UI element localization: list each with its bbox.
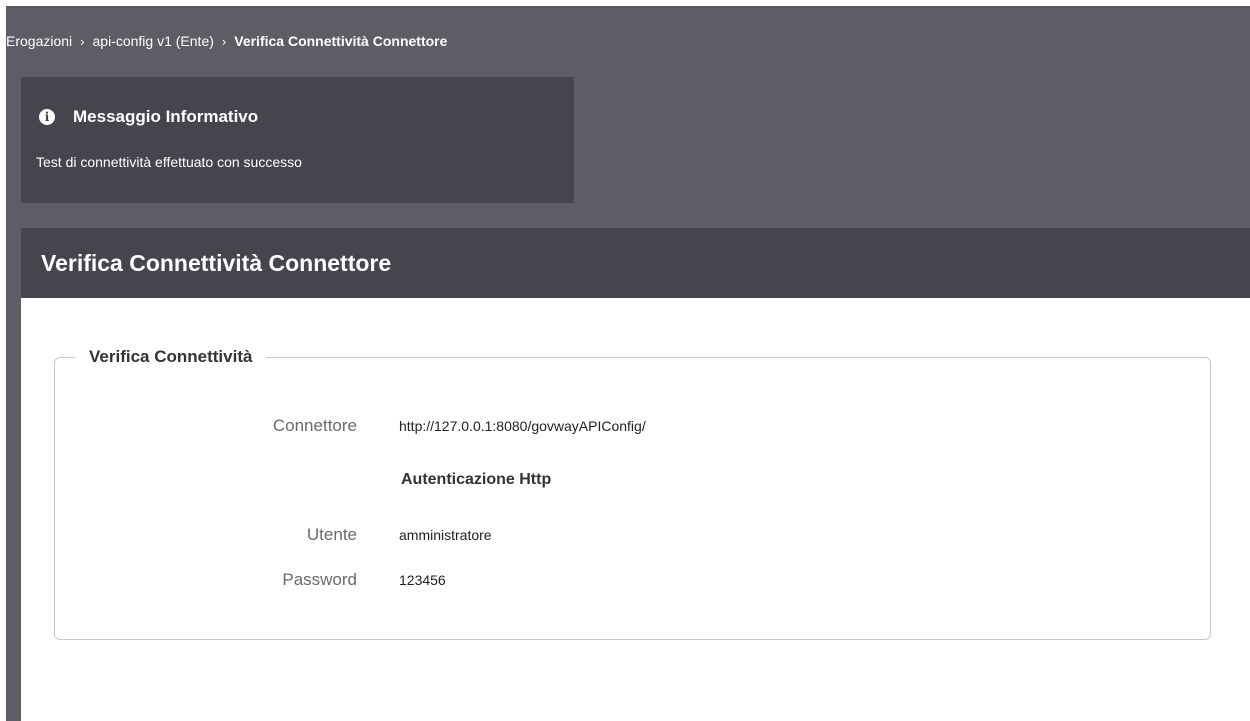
info-message-text: Test di connettività effettuato con succ… <box>36 154 302 170</box>
info-circle-icon: i <box>39 109 55 125</box>
row-connettore: Connettore http://127.0.0.1:8080/govwayA… <box>55 414 1210 438</box>
chevron-right-icon: › <box>80 33 85 49</box>
row-autenticazione-http: Autenticazione Http <box>55 468 1210 492</box>
utente-label: Utente <box>306 525 357 544</box>
chevron-right-icon: › <box>221 33 227 49</box>
app-frame: Erogazioni › api-config v1 (Ente) › Veri… <box>6 6 1250 721</box>
breadcrumb: Erogazioni › api-config v1 (Ente) › Veri… <box>6 6 447 76</box>
connettore-value: http://127.0.0.1:8080/govwayAPIConfig/ <box>399 418 646 434</box>
password-label: Password <box>282 570 357 589</box>
panel-body: Verifica Connettività Connettore http://… <box>21 298 1250 721</box>
fieldset-legend: Verifica Connettività <box>75 347 267 367</box>
autenticazione-http-heading: Autenticazione Http <box>401 471 552 488</box>
panel-title: Verifica Connettività Connettore <box>21 228 1250 298</box>
row-password: Password 123456 <box>55 568 1210 592</box>
fieldset-verifica-connettivita: Verifica Connettività Connettore http://… <box>54 347 1211 640</box>
info-message-title: Messaggio Informativo <box>73 107 259 126</box>
row-utente: Utente amministratore <box>55 523 1210 547</box>
breadcrumb-item-erogazioni[interactable]: Erogazioni <box>6 33 72 49</box>
info-message-title-row: i Messaggio Informativo <box>39 107 258 127</box>
breadcrumb-item-api-config[interactable]: api-config v1 (Ente) <box>93 33 214 49</box>
info-message-box: i Messaggio Informativo Test di connetti… <box>21 77 574 203</box>
connettore-label: Connettore <box>272 416 357 435</box>
password-value: 123456 <box>399 572 446 588</box>
utente-value: amministratore <box>399 527 492 543</box>
breadcrumb-current: Verifica Connettività Connettore <box>234 33 448 49</box>
